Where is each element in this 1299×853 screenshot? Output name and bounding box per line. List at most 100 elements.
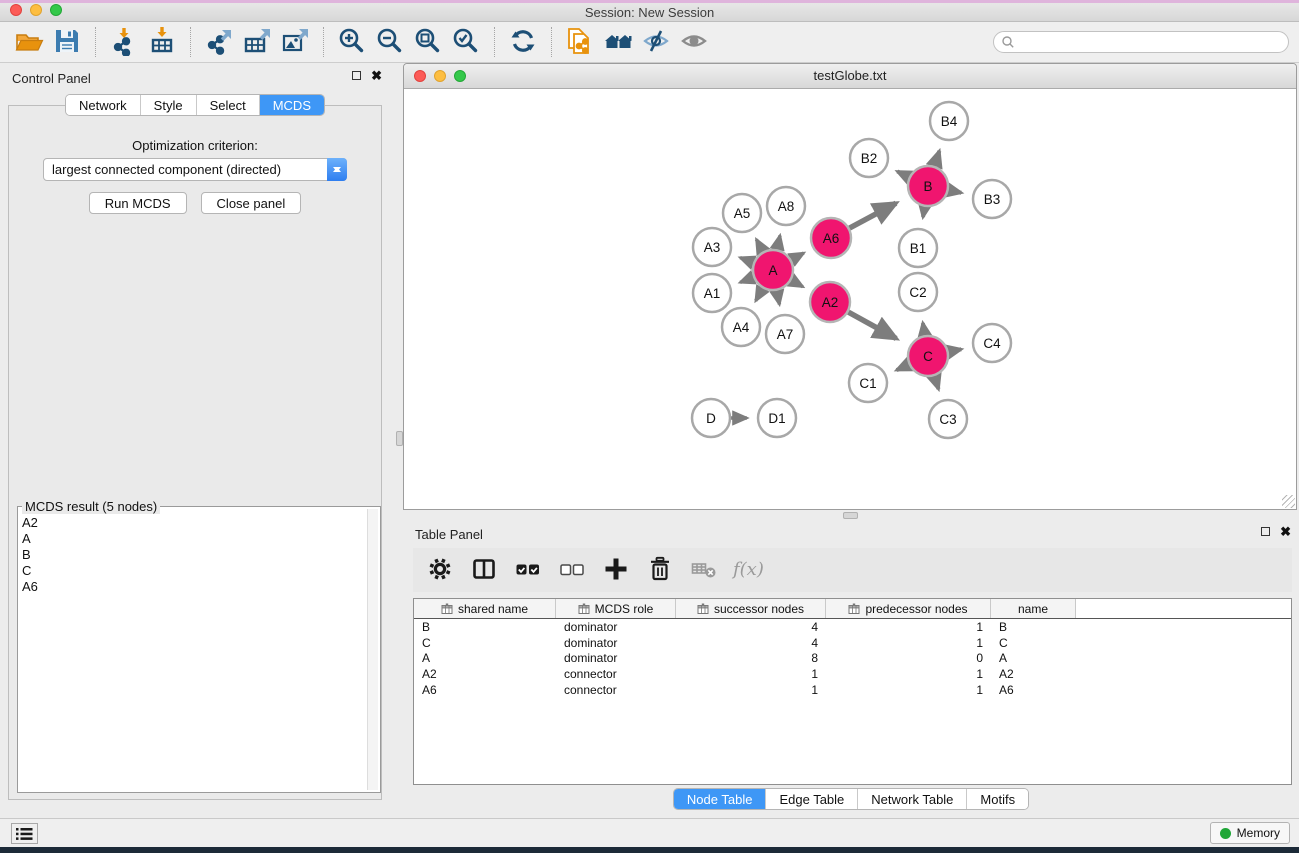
select-all-button[interactable] <box>511 554 545 586</box>
node-D[interactable]: D <box>692 399 730 437</box>
zoom-fit-button[interactable] <box>409 25 447 59</box>
tab-network[interactable]: Network <box>66 95 141 115</box>
export-table-button[interactable] <box>238 25 276 59</box>
node-B4[interactable]: B4 <box>930 102 968 140</box>
table-row[interactable]: A6connector11A6 <box>414 682 1291 698</box>
node-A7[interactable]: A7 <box>766 315 804 353</box>
resize-grip-icon[interactable] <box>1282 495 1295 508</box>
mcds-result-item[interactable]: B <box>22 547 366 563</box>
node-A8[interactable]: A8 <box>767 187 805 225</box>
trash-button[interactable] <box>643 554 677 586</box>
node-A2[interactable]: A2 <box>810 282 850 322</box>
deselect-all-button[interactable] <box>555 554 589 586</box>
vertical-splitter-grip[interactable] <box>396 431 403 446</box>
float-panel-icon[interactable] <box>352 71 361 80</box>
tab-style[interactable]: Style <box>141 95 197 115</box>
function-builder-icon: f(x) <box>731 556 765 585</box>
save-button[interactable] <box>48 25 86 59</box>
table-cell: 4 <box>676 636 826 650</box>
mcds-result-list: A2ABCA6 <box>22 515 366 788</box>
node-A4[interactable]: A4 <box>722 308 760 346</box>
delete-table-button[interactable] <box>687 554 721 586</box>
table-cell: 8 <box>676 651 826 665</box>
svg-text:C: C <box>923 349 933 364</box>
mcds-result-item[interactable]: C <box>22 563 366 579</box>
network-window-titlebar[interactable]: testGlobe.txt <box>404 64 1296 89</box>
node-A5[interactable]: A5 <box>723 194 761 232</box>
column-header-MCDS-role[interactable]: MCDS role <box>556 599 676 618</box>
refresh-button[interactable] <box>504 25 542 59</box>
close-table-panel-icon[interactable]: ✖ <box>1280 527 1291 536</box>
horizontal-splitter-grip[interactable] <box>843 512 858 519</box>
column-header-predecessor-nodes[interactable]: predecessor nodes <box>826 599 991 618</box>
zoom-out-button[interactable] <box>371 25 409 59</box>
tab-edge-table[interactable]: Edge Table <box>766 789 858 809</box>
tab-network-table[interactable]: Network Table <box>858 789 967 809</box>
mcds-result-box: MCDS result (5 nodes) A2ABCA6 <box>17 506 381 793</box>
open-folder-button[interactable] <box>10 25 48 59</box>
table-cell: C <box>414 636 556 650</box>
node-C2[interactable]: C2 <box>899 273 937 311</box>
tab-mcds[interactable]: MCDS <box>260 95 324 115</box>
search-input[interactable] <box>1015 33 1288 51</box>
run-mcds-button[interactable]: Run MCDS <box>89 192 187 214</box>
table-row[interactable]: Cdominator41C <box>414 635 1291 651</box>
node-A6[interactable]: A6 <box>811 218 851 258</box>
node-C1[interactable]: C1 <box>849 364 887 402</box>
zoom-in-button[interactable] <box>333 25 371 59</box>
node-A3[interactable]: A3 <box>693 228 731 266</box>
node-C[interactable]: C <box>908 336 948 376</box>
node-A1[interactable]: A1 <box>693 274 731 312</box>
float-table-panel-icon[interactable] <box>1261 527 1270 536</box>
new-network-from-selection-button[interactable] <box>561 25 599 59</box>
column-header-successor-nodes[interactable]: successor nodes <box>676 599 826 618</box>
first-neighbors-button[interactable] <box>599 25 637 59</box>
show-all-button[interactable] <box>675 25 713 59</box>
hide-selected-button[interactable] <box>637 25 675 59</box>
memory-button[interactable]: Memory <box>1210 822 1290 844</box>
table-cell: dominator <box>556 636 676 650</box>
table-row[interactable]: Adominator80A <box>414 650 1291 666</box>
svg-text:C1: C1 <box>859 376 876 391</box>
criterion-dropdown[interactable]: largest connected component (directed) <box>43 158 347 181</box>
table-cell: C <box>991 636 1076 650</box>
column-header-shared-name[interactable]: shared name <box>414 599 556 618</box>
add-button[interactable] <box>599 554 633 586</box>
result-scrollbar[interactable] <box>367 509 378 790</box>
show-all-icon <box>679 26 709 59</box>
import-table-button[interactable] <box>143 25 181 59</box>
tab-node-table[interactable]: Node Table <box>674 789 767 809</box>
node-C4[interactable]: C4 <box>973 324 1011 362</box>
table-row[interactable]: A2connector11A2 <box>414 666 1291 682</box>
mcds-result-item[interactable]: A2 <box>22 515 366 531</box>
close-panel-button[interactable]: Close panel <box>201 192 302 214</box>
node-B2[interactable]: B2 <box>850 139 888 177</box>
gear-button[interactable] <box>423 554 457 586</box>
export-network-icon <box>204 26 234 59</box>
node-B3[interactable]: B3 <box>973 180 1011 218</box>
import-network-button[interactable] <box>105 25 143 59</box>
close-panel-icon[interactable]: ✖ <box>371 71 382 80</box>
show-panels-button[interactable] <box>11 823 38 844</box>
network-canvas[interactable]: B4 B2 B B3 A5A8A6 B1 A3 A C2 A1 A2 A4A7 C4 C C1 C3 D D1 <box>404 89 1296 509</box>
node-B1[interactable]: B1 <box>899 229 937 267</box>
search-field[interactable] <box>993 31 1289 53</box>
export-image-button[interactable] <box>276 25 314 59</box>
node-C3[interactable]: C3 <box>929 400 967 438</box>
table-row[interactable]: Bdominator41B <box>414 619 1291 635</box>
tab-motifs[interactable]: Motifs <box>967 789 1028 809</box>
memory-label: Memory <box>1237 826 1280 840</box>
export-network-button[interactable] <box>200 25 238 59</box>
svg-text:C2: C2 <box>909 285 926 300</box>
node-B[interactable]: B <box>908 166 948 206</box>
zoom-selected-button[interactable] <box>447 25 485 59</box>
svg-text:D1: D1 <box>768 411 785 426</box>
mcds-result-item[interactable]: A6 <box>22 579 366 595</box>
mcds-result-item[interactable]: A <box>22 531 366 547</box>
tab-select[interactable]: Select <box>197 95 260 115</box>
node-A[interactable]: A <box>753 250 793 290</box>
node-D1[interactable]: D1 <box>758 399 796 437</box>
column-header-name[interactable]: name <box>991 599 1076 618</box>
function-builder-button[interactable]: f(x) <box>731 554 765 586</box>
split-table-button[interactable] <box>467 554 501 586</box>
